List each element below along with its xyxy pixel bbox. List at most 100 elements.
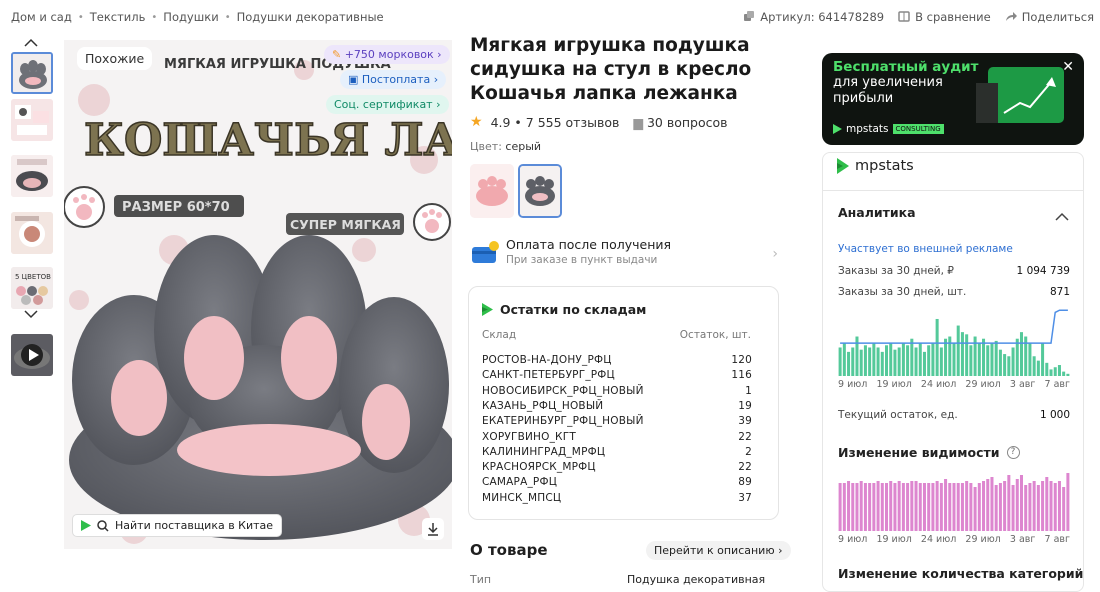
orders-chart-bar <box>939 347 943 376</box>
banner-tag: CONSULTING <box>892 124 944 134</box>
orders-chart-bar <box>952 343 956 376</box>
stock-qty: 19 <box>738 399 752 412</box>
gallery-thumb[interactable] <box>11 212 53 254</box>
axis-tick: 24 июл <box>920 534 957 545</box>
visibility-chart <box>838 473 1070 531</box>
breadcrumb-item[interactable]: Дом и сад <box>11 10 72 24</box>
rating-and-reviews[interactable]: 4.9 • 7 555 отзывов <box>491 115 620 130</box>
badge-carrots[interactable]: ✎ +750 морковок › <box>324 45 450 64</box>
visibility-chart-bar <box>1028 483 1032 531</box>
audit-banner[interactable]: Бесплатный аудит для увеличения прибыли … <box>822 53 1084 145</box>
gallery-thumb[interactable] <box>11 155 53 197</box>
visibility-chart-bar <box>931 483 935 531</box>
stock-warehouse-name: НОВОСИБИРСК_РФЦ_НОВЫЙ <box>482 384 644 397</box>
paw-sticker-right <box>413 203 451 241</box>
orders-chart-bar <box>965 334 969 376</box>
orders-chart-axis: 9 июл 19 июл 24 июл 29 июл 3 авг 7 авг <box>838 379 1070 390</box>
visibility-chart-bar <box>1045 477 1049 531</box>
orders-chart-bar <box>1003 354 1007 376</box>
visibility-chart-bar <box>1019 475 1023 531</box>
color-swatch-pink[interactable] <box>470 164 514 218</box>
reviews-count: 7 555 отзывов <box>525 114 620 130</box>
stock-title: Остатки по складам <box>500 302 647 317</box>
thumb-caption: 5 ЦВЕТОВ <box>15 273 51 281</box>
share-link[interactable]: Поделиться <box>1005 10 1094 24</box>
orders-chart-bar <box>1007 356 1011 376</box>
visibility-chart-bar <box>994 485 998 531</box>
gallery-thumb[interactable] <box>11 99 53 141</box>
stock-qty: 22 <box>738 430 752 443</box>
stock-warehouse-name: САМАРА_РФЦ <box>482 476 558 489</box>
visibility-chart-bar <box>960 483 964 531</box>
visibility-chart-bar <box>838 483 842 531</box>
axis-tick: 19 июл <box>876 379 912 390</box>
similar-button[interactable]: Похожие <box>77 47 153 70</box>
visibility-chart-bar <box>939 483 943 531</box>
chevron-up-icon[interactable] <box>1055 207 1069 226</box>
gallery-up-arrow[interactable] <box>24 36 38 50</box>
search-icon <box>97 519 109 532</box>
payment-subtitle: При заказе в пункт выдачи <box>506 254 658 266</box>
breadcrumb-item[interactable]: Подушки <box>163 10 218 24</box>
color-swatch-grey[interactable] <box>518 164 562 218</box>
orders-chart-bar <box>935 318 939 376</box>
share-label: Поделиться <box>1021 10 1094 24</box>
orders-chart-bar <box>1062 371 1066 376</box>
gallery-video-thumb[interactable] <box>11 334 53 376</box>
visibility-chart-bar <box>880 483 884 531</box>
visibility-chart-bar <box>901 483 905 531</box>
badge-postpay[interactable]: ▣ Постоплата › <box>340 70 447 89</box>
visibility-chart-bar <box>1036 485 1040 531</box>
breadcrumb-item[interactable]: Текстиль <box>90 10 146 24</box>
color-label: Цвет: <box>470 140 502 153</box>
gallery-down-arrow[interactable] <box>24 308 38 322</box>
product-main-image[interactable]: МЯГКАЯ ИГРУШКА ПОДУШКА КОШАЧЬЯ ЛАПКА РАЗ… <box>64 40 452 549</box>
breadcrumb-item[interactable]: Подушки декоративные <box>237 10 384 24</box>
orders-chart-bar <box>1015 338 1019 376</box>
orders-rub-label: Заказы за 30 дней, ₽ <box>838 265 954 277</box>
orders-chart-bar <box>986 345 990 376</box>
go-description-label: Перейти к описанию <box>654 544 775 557</box>
download-icon[interactable] <box>422 518 444 540</box>
badge-social-cert[interactable]: Соц. сертификат › <box>326 95 449 114</box>
stock-row: РОСТОВ-НА-ДОНУ_РФЦ 120 <box>482 354 752 366</box>
orders-chart-bar <box>889 343 893 376</box>
go-to-description-button[interactable]: Перейти к описанию › <box>646 541 791 560</box>
close-icon[interactable]: ✕ <box>1062 59 1074 75</box>
stock-qty: 2 <box>745 445 752 458</box>
orders-chart <box>838 309 1070 376</box>
banner-line3: прибыли <box>833 91 894 106</box>
gallery-thumb[interactable]: 5 ЦВЕТОВ <box>11 267 53 309</box>
external-ads-link[interactable]: Участвует во внешней рекламе <box>838 243 1013 255</box>
stock-qty: 120 <box>731 354 752 366</box>
stock-warehouse-name: КАЛИНИНГРАД_МРФЦ <box>482 445 606 458</box>
visibility-chart-bar <box>1032 481 1036 531</box>
visibility-chart-bar <box>990 477 994 531</box>
orders-chart-bar <box>876 347 880 376</box>
orders-chart-bar <box>901 343 905 376</box>
orders-qty-value: 871 <box>1049 286 1070 298</box>
share-icon <box>1005 11 1017 22</box>
orders-chart-bar <box>960 332 964 376</box>
payment-on-delivery[interactable]: Оплата после получения При заказе в пунк… <box>470 236 778 272</box>
orders-rub-value: 1 094 739 <box>1016 265 1070 277</box>
visibility-chart-bar <box>998 483 1002 531</box>
gallery-thumb[interactable] <box>11 52 53 94</box>
article-copy[interactable]: Артикул: 641478289 <box>743 10 884 24</box>
visibility-chart-bar <box>1007 475 1011 531</box>
orders-chart-bar <box>1019 332 1023 376</box>
orders-chart-bar <box>998 349 1002 376</box>
find-supplier-button[interactable]: Найти поставщика в Китае <box>72 514 283 537</box>
axis-tick: 29 июл <box>965 379 1001 390</box>
banner-line2: для увеличения <box>833 75 943 90</box>
stock-qty: 37 <box>738 491 752 504</box>
orders-chart-bar <box>872 343 876 376</box>
help-icon[interactable]: ? <box>1006 446 1020 459</box>
questions-link[interactable]: ▆ 30 вопросов <box>633 115 727 130</box>
orders-chart-bar <box>868 347 872 376</box>
stock-qty: 89 <box>738 476 752 489</box>
visibility-chart-bar <box>897 481 901 531</box>
compare-link[interactable]: В сравнение <box>898 10 991 24</box>
visibility-chart-bar <box>956 483 960 531</box>
visibility-chart-bar <box>982 481 986 531</box>
